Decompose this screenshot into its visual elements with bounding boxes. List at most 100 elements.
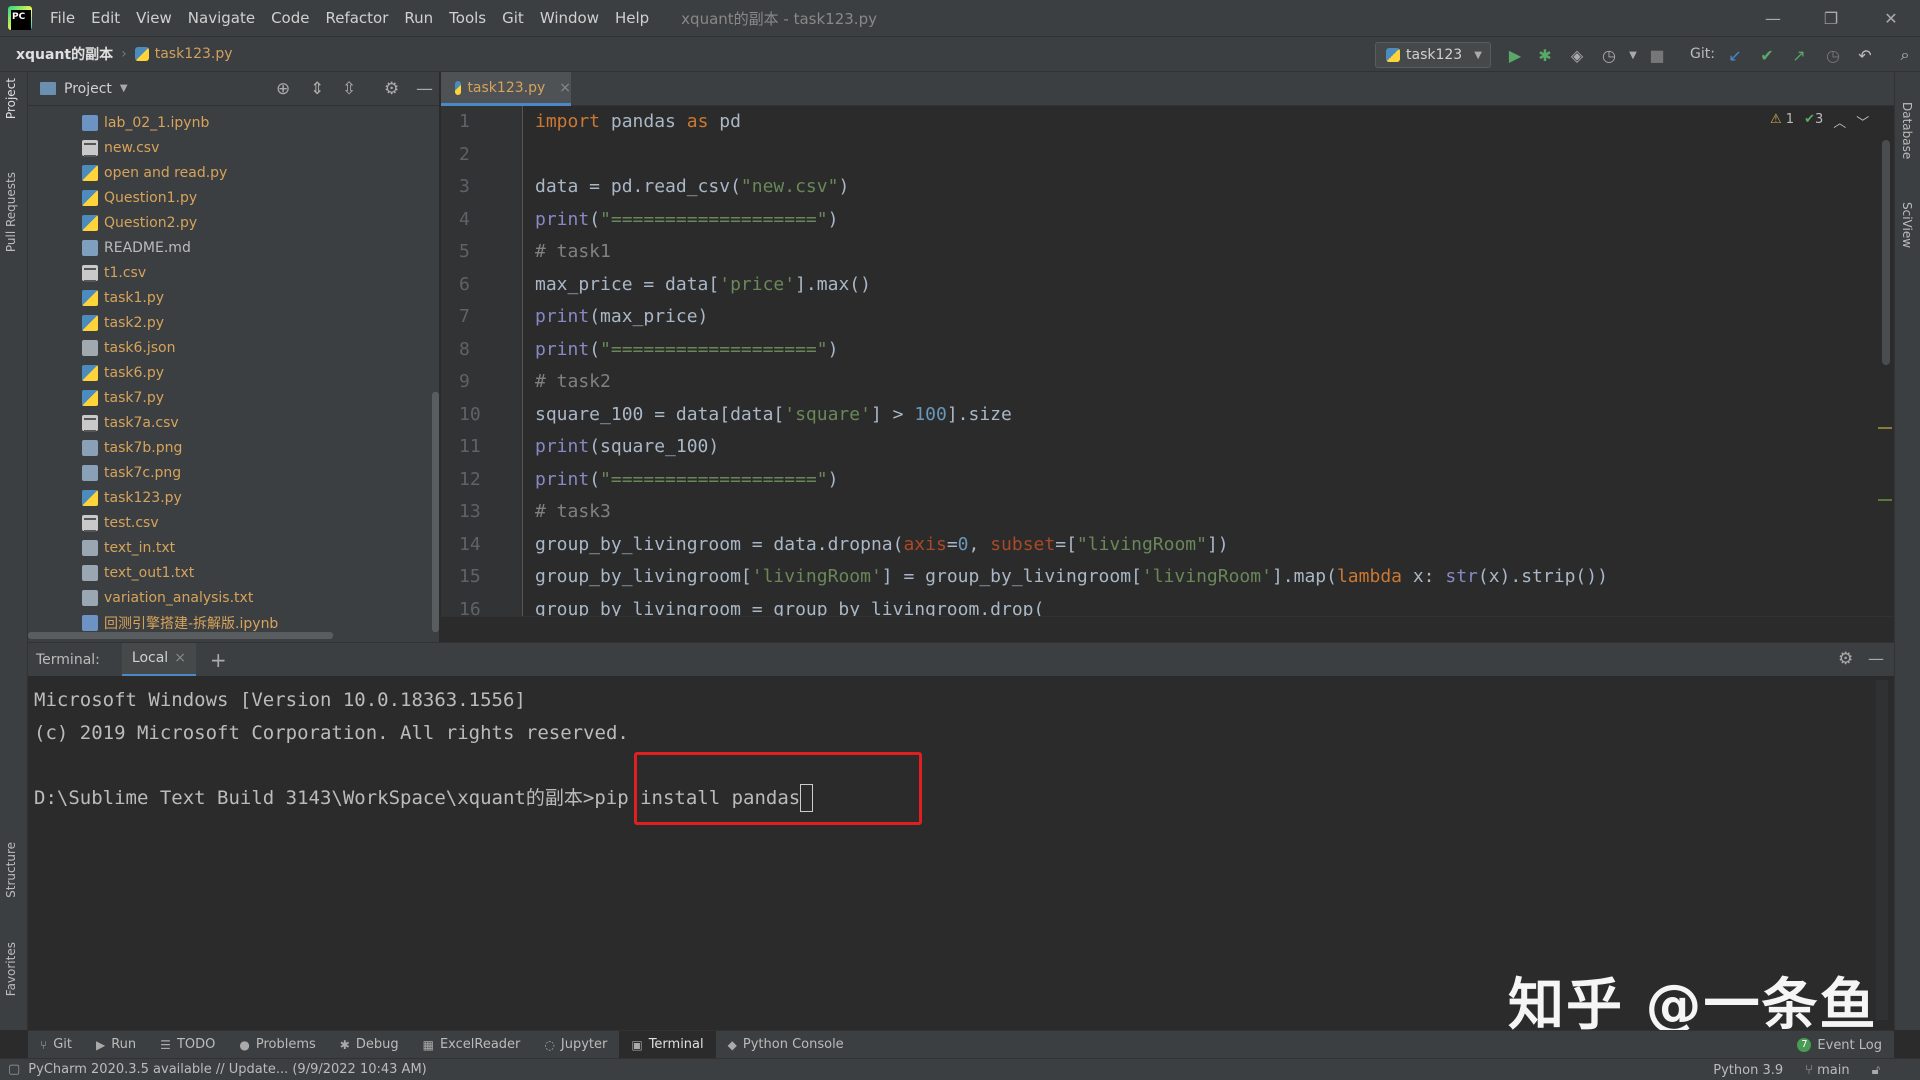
restore-icon[interactable]: ❐	[1802, 0, 1860, 36]
project-view-selector[interactable]: Project	[64, 81, 112, 97]
line-number[interactable]: 9	[441, 366, 522, 399]
line-number[interactable]: 2	[441, 139, 522, 172]
file-item[interactable]: task2.py	[28, 310, 439, 335]
tool-window-jupyter[interactable]: ◌ Jupyter	[532, 1031, 619, 1059]
locate-file-icon[interactable]: ⊕	[276, 79, 290, 99]
project-scrollbar-vertical[interactable]	[432, 392, 439, 632]
tool-window-excelreader[interactable]: ▦ ExcelReader	[411, 1031, 533, 1059]
tool-window-run[interactable]: ▶ Run	[84, 1031, 148, 1059]
line-number[interactable]: 15	[441, 561, 522, 594]
file-item[interactable]: task7.py	[28, 385, 439, 410]
close-tab-icon[interactable]: ×	[559, 80, 571, 96]
file-item[interactable]: new.csv	[28, 135, 439, 160]
git-push-icon[interactable]: ↗	[1788, 44, 1810, 66]
pull-requests-tool-button[interactable]: Pull Requests	[4, 172, 18, 252]
git-commit-icon[interactable]: ✔	[1756, 44, 1778, 66]
rollback-icon[interactable]: ↶	[1854, 44, 1876, 66]
file-item[interactable]: lab_02_1.ipynb	[28, 110, 439, 135]
line-number[interactable]: 7	[441, 301, 522, 334]
menu-navigate[interactable]: Navigate	[180, 9, 263, 27]
code-line[interactable]: group_by_livingroom['livingRoom'] = grou…	[535, 561, 1894, 594]
editor-scrollbar[interactable]	[1882, 140, 1890, 365]
git-update-icon[interactable]: ↙	[1724, 44, 1746, 66]
menu-git[interactable]: Git	[494, 9, 532, 27]
code-line[interactable]: group_by_livingroom = data.dropna(axis=0…	[535, 529, 1894, 562]
code-line[interactable]: # task3	[535, 496, 1894, 529]
menu-run[interactable]: Run	[396, 9, 441, 27]
chevron-down-icon[interactable]: ▼	[120, 83, 128, 94]
terminal-tab-local[interactable]: Local ×	[121, 642, 196, 677]
gear-icon[interactable]: ⚙	[384, 79, 399, 99]
sciview-tool-button[interactable]: SciView	[1900, 202, 1914, 248]
code-line[interactable]: print(square_100)	[535, 431, 1894, 464]
tool-window-terminal[interactable]: ▣ Terminal	[619, 1030, 716, 1059]
file-item[interactable]: task1.py	[28, 285, 439, 310]
file-item[interactable]: task7c.png	[28, 460, 439, 485]
warning-marker[interactable]	[1878, 427, 1892, 429]
file-item[interactable]: text_in.txt	[28, 535, 439, 560]
code-line[interactable]: max_price = data['price'].max()	[535, 269, 1894, 302]
search-icon[interactable]: ⌕	[1894, 44, 1916, 66]
line-number[interactable]: 8	[441, 334, 522, 367]
file-item[interactable]: task7b.png	[28, 435, 439, 460]
previous-highlight-icon[interactable]: ︿	[1833, 112, 1846, 131]
code-line[interactable]: print("===================")	[535, 204, 1894, 237]
file-item[interactable]: task6.py	[28, 360, 439, 385]
file-item[interactable]: variation_analysis.txt	[28, 585, 439, 610]
line-number[interactable]: 12	[441, 464, 522, 497]
git-branch-widget[interactable]: ⑂ main	[1805, 1063, 1849, 1078]
line-number[interactable]: 10	[441, 399, 522, 432]
project-tool-button[interactable]: Project	[4, 78, 18, 119]
tool-window-todo[interactable]: ☰ TODO	[148, 1031, 227, 1059]
file-item[interactable]: task6.json	[28, 335, 439, 360]
menu-file[interactable]: File	[42, 9, 83, 27]
menu-window[interactable]: Window	[532, 9, 607, 27]
code-line[interactable]: print("===================")	[535, 334, 1894, 367]
code-line[interactable]: print(max_price)	[535, 301, 1894, 334]
code-line[interactable]: square_100 = data[data['square'] > 100].…	[535, 399, 1894, 432]
editor-tab-task123[interactable]: task123.py ×	[441, 72, 571, 106]
hide-panel-icon[interactable]: —	[1868, 649, 1884, 668]
stop-icon[interactable]: ■	[1646, 44, 1668, 66]
interpreter-selector[interactable]: Python 3.9	[1713, 1063, 1783, 1078]
line-number[interactable]: 11	[441, 431, 522, 464]
expand-all-icon[interactable]: ⇕	[310, 79, 324, 99]
terminal-scrollbar[interactable]	[1876, 680, 1888, 1020]
code-line[interactable]	[535, 139, 1894, 172]
file-item[interactable]: test.csv	[28, 510, 439, 535]
menu-refactor[interactable]: Refactor	[317, 9, 396, 27]
code-line[interactable]: import pandas as pd	[535, 106, 1894, 139]
status-bar-toggle-icon[interactable]: ▢	[8, 1062, 20, 1077]
tool-window-debug[interactable]: ✱ Debug	[328, 1031, 411, 1059]
profile-icon[interactable]: ◷	[1598, 44, 1620, 66]
run-icon[interactable]: ▶	[1504, 44, 1526, 66]
code-line[interactable]: data = pd.read_csv("new.csv")	[535, 171, 1894, 204]
line-number[interactable]: 16	[441, 594, 522, 617]
hide-panel-icon[interactable]: —	[416, 79, 433, 99]
more-run-chevron-icon[interactable]: ▼	[1622, 44, 1644, 66]
line-number[interactable]: 4	[441, 204, 522, 237]
file-item[interactable]: README.md	[28, 235, 439, 260]
tool-window-git[interactable]: ⑂ Git	[28, 1031, 84, 1059]
file-item[interactable]: open and read.py	[28, 160, 439, 185]
minimize-icon[interactable]: —	[1744, 0, 1802, 36]
line-number[interactable]: 13	[441, 496, 522, 529]
run-config-selector[interactable]: task123 ▼	[1375, 42, 1491, 68]
close-icon[interactable]: ✕	[1862, 0, 1920, 36]
inspection-widget[interactable]: ⚠ 1 ✔3 ︿ ﹀	[1770, 112, 1869, 131]
breadcrumb-file[interactable]: task123.py	[134, 46, 233, 62]
menu-help[interactable]: Help	[607, 9, 657, 27]
tool-window-python-console[interactable]: ◆ Python Console	[716, 1031, 856, 1059]
structure-tool-button[interactable]: Structure	[4, 842, 18, 898]
code-line[interactable]: print("===================")	[535, 464, 1894, 497]
menu-view[interactable]: View	[128, 9, 180, 27]
lock-icon[interactable]: 🔓︎	[1872, 1063, 1880, 1078]
status-message[interactable]: PyCharm 2020.3.5 available // Update... …	[28, 1062, 426, 1077]
line-number[interactable]: 14	[441, 529, 522, 562]
project-scrollbar-horizontal[interactable]	[28, 632, 333, 639]
tool-window-problems[interactable]: ● Problems	[227, 1031, 327, 1059]
file-item[interactable]: text_out1.txt	[28, 560, 439, 585]
new-terminal-icon[interactable]: +	[210, 648, 227, 672]
change-marker[interactable]	[1878, 499, 1892, 501]
line-number[interactable]: 5	[441, 236, 522, 269]
